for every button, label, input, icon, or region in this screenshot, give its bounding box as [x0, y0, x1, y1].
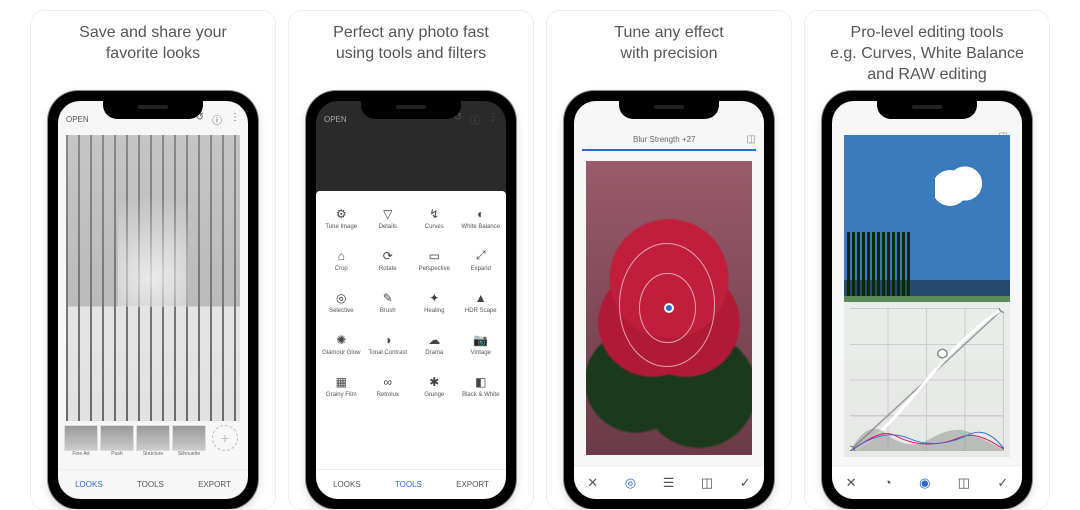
tool-grunge[interactable]: ✱Grunge — [411, 365, 458, 407]
tab-export[interactable]: EXPORT — [198, 480, 231, 489]
curves-button[interactable]: ◔ — [884, 475, 892, 490]
tab-tools[interactable]: TOOLS — [137, 480, 164, 489]
panel-title: Save and share yourfavorite looks — [69, 23, 237, 87]
phone-mockup: OPEN ↺ ⓘ ⋮ ⚙Tune Image▽Details↯Curves◐Wh… — [306, 91, 516, 509]
phone-mockup: ◫ — [822, 91, 1032, 509]
open-button[interactable]: OPEN — [324, 115, 347, 124]
tool-healing[interactable]: ✦Healing — [411, 281, 458, 323]
showcase-panel-1: Save and share yourfavorite looks OPEN ↺… — [30, 10, 276, 510]
look-item[interactable]: Push — [100, 425, 134, 457]
info-icon[interactable]: ⓘ — [212, 112, 222, 127]
tool-drama[interactable]: ☁Drama — [411, 323, 458, 365]
look-item[interactable]: Structure — [136, 425, 170, 457]
photo-preview[interactable] — [844, 135, 1010, 457]
tab-tools[interactable]: TOOLS — [395, 480, 422, 489]
tool-glamour-glow[interactable]: ✺Glamour Glow — [318, 323, 365, 365]
tool-icon: ▦ — [334, 375, 348, 389]
tab-export[interactable]: EXPORT — [456, 480, 489, 489]
tool-icon: 📷 — [474, 333, 488, 347]
tool-icon: ⌂ — [334, 249, 348, 263]
tool-icon: ◑ — [381, 333, 395, 347]
tool-icon: ⟳ — [381, 249, 395, 263]
compare-icon[interactable]: ◫ — [747, 134, 756, 145]
tab-looks[interactable]: LOOKS — [75, 480, 103, 489]
focus-point[interactable] — [664, 303, 674, 313]
panel-title: Perfect any photo fastusing tools and fi… — [323, 23, 499, 87]
tool-icon: ◐ — [474, 207, 488, 221]
tool-icon: ▭ — [427, 249, 441, 263]
more-icon[interactable]: ⋮ — [488, 112, 498, 127]
tool-brush[interactable]: ✎Brush — [365, 281, 412, 323]
panel-title: Pro-level editing toolse.g. Curves, Whit… — [820, 23, 1034, 87]
tool-icon: ◧ — [474, 375, 488, 389]
open-button[interactable]: OPEN — [66, 115, 89, 124]
panel-title: Tune any effectwith precision — [604, 23, 733, 87]
phone-mockup: OPEN ↺ ⓘ ⋮ Fine Art Push Structure Silho… — [48, 91, 258, 509]
tool-expand[interactable]: ⤢Expand — [458, 239, 505, 281]
curves-panel[interactable] — [844, 302, 1010, 457]
tool-icon: ✱ — [427, 375, 441, 389]
bottom-tabs: LOOKS TOOLS EXPORT — [58, 469, 248, 499]
effect-label: Blur Strength +27 — [633, 135, 695, 144]
showcase-panel-2: Perfect any photo fastusing tools and fi… — [288, 10, 534, 510]
tool-grainy-film[interactable]: ▦Grainy Film — [318, 365, 365, 407]
looks-strip: Fine Art Push Structure Silhouette + — [58, 425, 248, 469]
tool-icon: ⤢ — [474, 249, 488, 263]
tool-white-balance[interactable]: ◐White Balance — [458, 197, 505, 239]
edit-toolbar: ✕ ◎ ☰ ◫ ✓ — [574, 465, 764, 499]
tool-icon: ▲ — [474, 291, 488, 305]
cancel-button[interactable]: ✕ — [846, 475, 857, 491]
info-icon[interactable]: ⓘ — [470, 112, 480, 127]
more-icon[interactable]: ⋮ — [230, 112, 240, 127]
eye-button[interactable]: ◉ — [919, 475, 930, 491]
effect-value-bar[interactable]: Blur Strength +27 ◫ — [582, 129, 756, 151]
showcase-panel-3: Tune any effectwith precision Blur Stren… — [546, 10, 792, 510]
layers-button[interactable]: ◫ — [701, 475, 713, 491]
tool-icon: ☁ — [427, 333, 441, 347]
tool-black-white[interactable]: ◧Black & White — [458, 365, 505, 407]
tool-crop[interactable]: ⌂Crop — [318, 239, 365, 281]
sliders-button[interactable]: ☰ — [663, 475, 675, 491]
tool-icon: ✎ — [381, 291, 395, 305]
tool-hdr-scape[interactable]: ▲HDR Scape — [458, 281, 505, 323]
look-item[interactable]: Fine Art — [64, 425, 98, 457]
tool-rotate[interactable]: ⟳Rotate — [365, 239, 412, 281]
photo-preview[interactable] — [66, 135, 240, 421]
tool-icon: ↯ — [427, 207, 441, 221]
tool-curves[interactable]: ↯Curves — [411, 197, 458, 239]
tool-tune-image[interactable]: ⚙Tune Image — [318, 197, 365, 239]
layers-button[interactable]: ◫ — [958, 475, 970, 491]
phone-mockup: Blur Strength +27 ◫ ✕ ◎ ☰ ◫ ✓ — [564, 91, 774, 509]
showcase-panel-4: Pro-level editing toolse.g. Curves, Whit… — [804, 10, 1050, 510]
photo-preview[interactable] — [586, 161, 752, 455]
confirm-button[interactable]: ✓ — [997, 475, 1008, 491]
tool-tonal-contrast[interactable]: ◑Tonal Contrast — [365, 323, 412, 365]
edit-toolbar: ✕ ◔ ◉ ◫ ✓ — [832, 465, 1022, 499]
tool-retrolux[interactable]: ∞Retrolux — [365, 365, 412, 407]
tool-icon: ∞ — [381, 375, 395, 389]
tab-looks[interactable]: LOOKS — [333, 480, 361, 489]
tool-perspective[interactable]: ▭Perspective — [411, 239, 458, 281]
tool-icon: ⚙ — [334, 207, 348, 221]
tool-details[interactable]: ▽Details — [365, 197, 412, 239]
look-item[interactable]: Silhouette — [172, 425, 206, 457]
histogram — [850, 419, 1004, 451]
cancel-button[interactable]: ✕ — [587, 475, 598, 491]
tool-selective[interactable]: ◎Selective — [318, 281, 365, 323]
target-button[interactable]: ◎ — [625, 475, 636, 491]
tool-icon: ▽ — [381, 207, 395, 221]
tool-icon: ✺ — [334, 333, 348, 347]
tools-grid: ⚙Tune Image▽Details↯Curves◐White Balance… — [316, 191, 506, 469]
confirm-button[interactable]: ✓ — [740, 475, 751, 491]
tool-icon: ✦ — [427, 291, 441, 305]
add-look-button[interactable]: + — [208, 425, 242, 451]
tool-icon: ◎ — [334, 291, 348, 305]
tool-vintage[interactable]: 📷Vintage — [458, 323, 505, 365]
